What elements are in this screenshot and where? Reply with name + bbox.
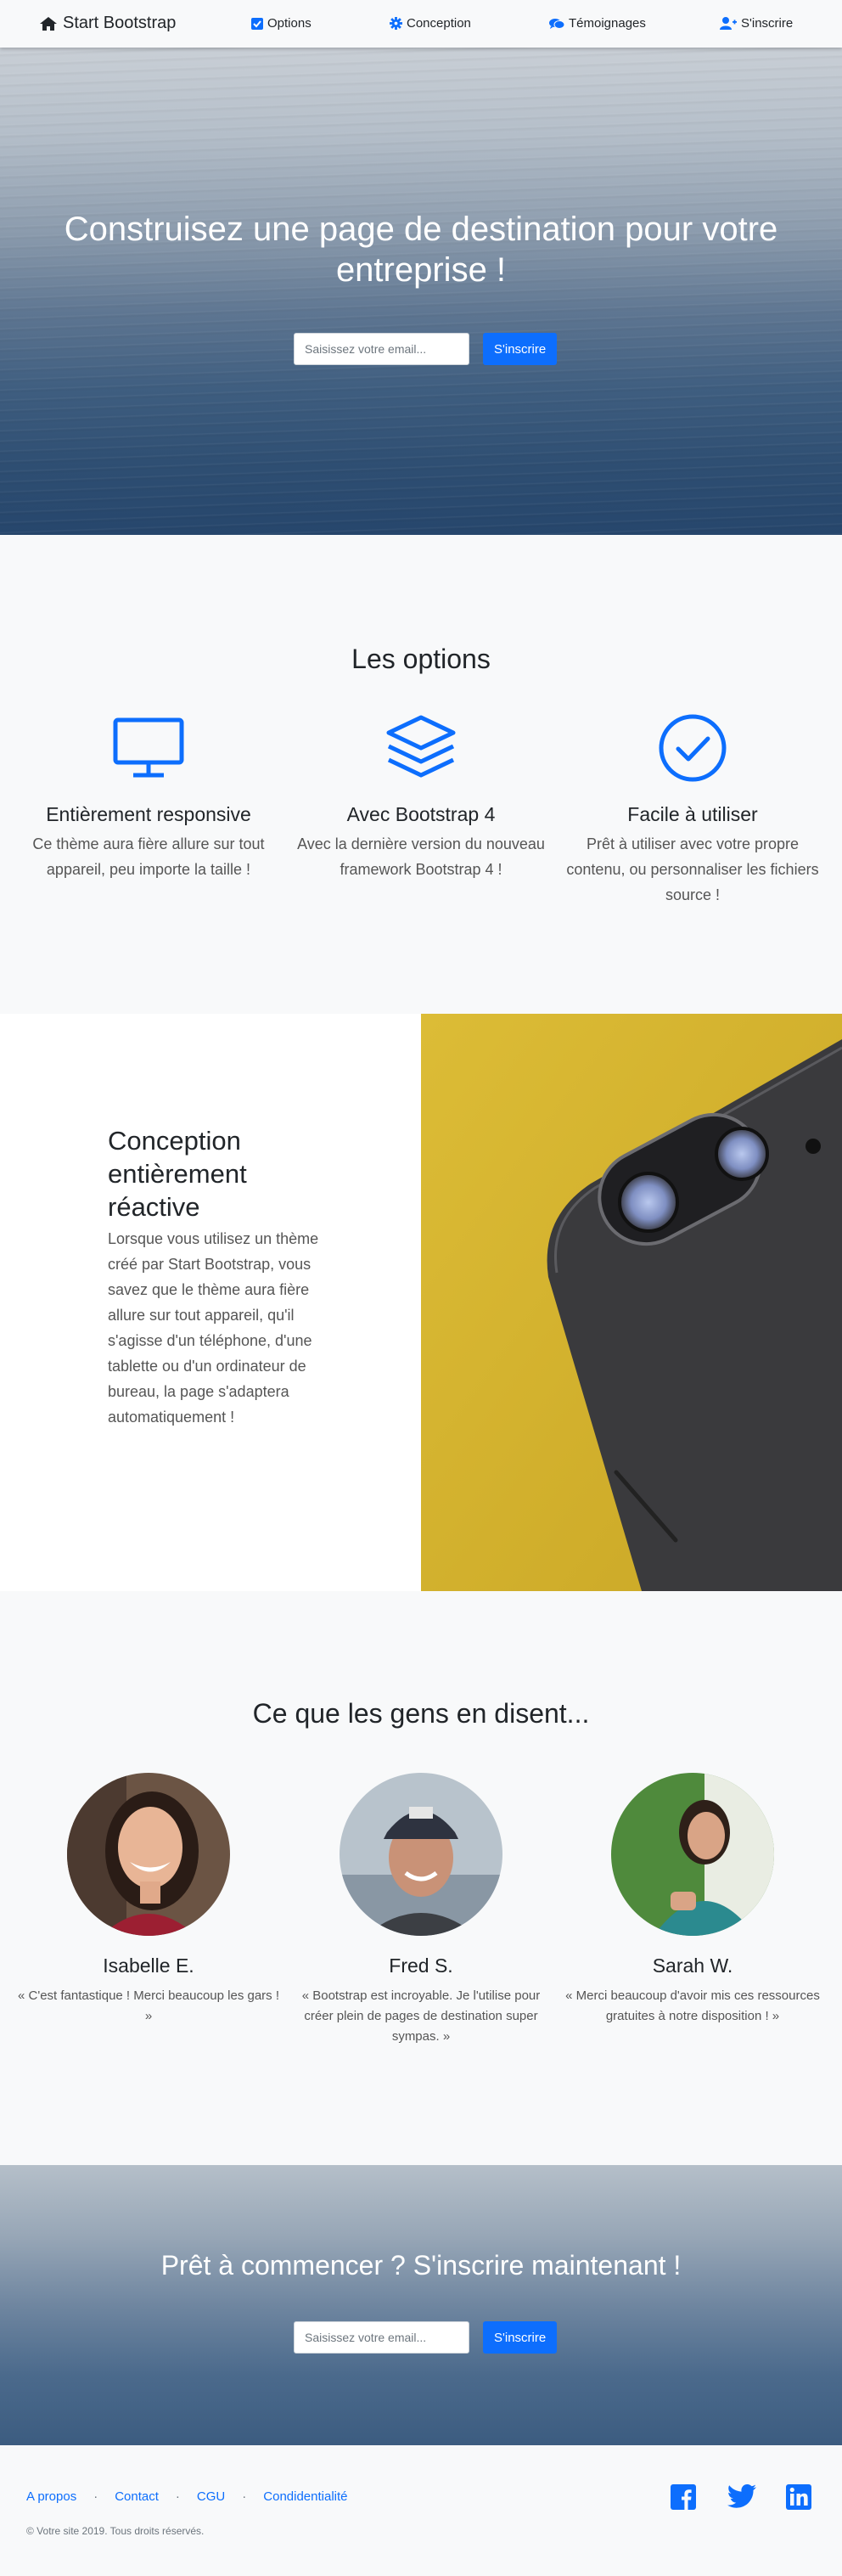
- footer-links: A propos · Contact · CGU · Condidentiali…: [26, 2489, 348, 2504]
- person-name: Isabelle E.: [103, 1954, 194, 1977]
- brand-link[interactable]: Start Bootstrap: [39, 14, 176, 33]
- hero-title: Construisez une page de destination pour…: [64, 211, 778, 289]
- nav-item-options[interactable]: Options: [251, 16, 312, 31]
- showcase-text: Lorsque vous utilisez un thème créé par …: [108, 1230, 319, 1426]
- cta-title: Prêt à commencer ? S'inscrire maintenant…: [160, 2250, 682, 2281]
- hero-section: Construisez une page de destination pour…: [0, 48, 842, 535]
- feature-card: Avec Bootstrap 4 Avec la dernière versio…: [294, 711, 548, 882]
- testimonial-card: Fred S. « Bootstrap est incroyable. Je l…: [289, 1773, 553, 2047]
- comments-icon: [549, 18, 564, 29]
- nav-item-label: Conception: [407, 16, 471, 31]
- email-input[interactable]: Saisissez votre email...: [294, 333, 469, 365]
- feature-card: Entièrement responsive Ce thème aura fiè…: [21, 711, 276, 882]
- linkedin-link[interactable]: [786, 2484, 811, 2510]
- check-circle-icon: [659, 714, 727, 782]
- separator: ·: [242, 2489, 247, 2504]
- section-title: Les options: [351, 644, 491, 674]
- separator: ·: [93, 2489, 98, 2504]
- footer-link-contact[interactable]: Contact: [115, 2489, 159, 2504]
- footer-link-terms[interactable]: CGU: [197, 2489, 225, 2504]
- person-name: Fred S.: [389, 1954, 453, 1977]
- feature-text: Prêt à utiliser avec votre propre conten…: [566, 835, 819, 903]
- section-title: Ce que les gens en disent...: [252, 1698, 590, 1729]
- phone-camera-picture: [421, 1014, 842, 1591]
- cta-signup-form: Saisissez votre email... S'inscrire: [294, 2321, 558, 2354]
- person-quote: « C'est fantastique ! Merci beaucoup les…: [17, 1988, 280, 2023]
- footer-link-about[interactable]: A propos: [26, 2489, 76, 2504]
- cta-section: Prêt à commencer ? S'inscrire maintenant…: [0, 2165, 842, 2445]
- avatar: [611, 1773, 774, 1936]
- feature-title: Facile à utiliser: [627, 803, 758, 825]
- footer: A propos · Contact · CGU · Condidentiali…: [0, 2445, 842, 2576]
- user-plus-icon: [720, 17, 737, 30]
- person-quote: « Merci beaucoup d'avoir mis ces ressour…: [565, 1988, 820, 2023]
- linkedin-icon: [786, 2484, 811, 2510]
- showcase-text-block: Conception entièrement réactive Lorsque …: [0, 1014, 421, 1591]
- signup-button[interactable]: S'inscrire: [483, 333, 558, 365]
- feature-text: Ce thème aura fière allure sur tout appa…: [32, 835, 265, 878]
- home-icon: [40, 16, 57, 31]
- gear-icon: [390, 17, 402, 30]
- signup-button[interactable]: S'inscrire: [483, 2321, 558, 2354]
- showcase-title: Conception entièrement réactive: [108, 1126, 247, 1222]
- feature-card: Facile à utiliser Prêt à utiliser avec v…: [565, 711, 820, 908]
- separator: ·: [175, 2489, 180, 2504]
- options-section: Les options Entièrement responsive Ce th…: [0, 535, 842, 1014]
- testimonial-card: Isabelle E. « C'est fantastique ! Merci …: [17, 1773, 280, 2027]
- twitter-icon: [727, 2484, 756, 2508]
- twitter-link[interactable]: [727, 2484, 756, 2508]
- sea-background: [0, 48, 842, 535]
- copyright: © Votre site 2019. Tous droits réservés.: [26, 2525, 205, 2537]
- phone-image: [421, 1014, 842, 1591]
- hero-signup-form: Saisissez votre email... S'inscrire: [294, 333, 558, 365]
- feature-title: Avec Bootstrap 4: [346, 803, 496, 825]
- person-name: Sarah W.: [652, 1954, 733, 1977]
- nav-item-label: S'inscrire: [741, 16, 794, 31]
- email-input[interactable]: Saisissez votre email...: [294, 2321, 469, 2354]
- monitor-icon: [113, 717, 184, 778]
- nav-item-label: Options: [267, 16, 312, 31]
- facebook-link[interactable]: [671, 2484, 696, 2510]
- feature-text: Avec la dernière version du nouveau fram…: [297, 835, 545, 878]
- feature-title: Entièrement responsive: [46, 803, 251, 825]
- testimonials-section: Ce que les gens en disent... Isabelle E.…: [0, 1591, 842, 2165]
- facebook-icon: [671, 2484, 696, 2510]
- nav-item-label: Témoignages: [569, 16, 646, 31]
- avatar: [340, 1773, 502, 1936]
- brand-label: Start Bootstrap: [63, 14, 177, 32]
- nav-item-conception[interactable]: Conception: [390, 16, 471, 31]
- nav-item-temoignages[interactable]: Témoignages: [549, 16, 646, 31]
- footer-link-privacy[interactable]: Condidentialité: [263, 2489, 347, 2504]
- layers-icon: [386, 715, 456, 778]
- check-square-icon: [251, 17, 263, 30]
- testimonial-card: Sarah W. « Merci beaucoup d'avoir mis ce…: [561, 1773, 824, 2027]
- navbar: Start Bootstrap Options Conception Témoi…: [0, 0, 842, 48]
- avatar: [67, 1773, 230, 1936]
- nav-item-inscrire[interactable]: S'inscrire: [720, 16, 793, 31]
- person-quote: « Bootstrap est incroyable. Je l'utilise…: [301, 1988, 541, 2044]
